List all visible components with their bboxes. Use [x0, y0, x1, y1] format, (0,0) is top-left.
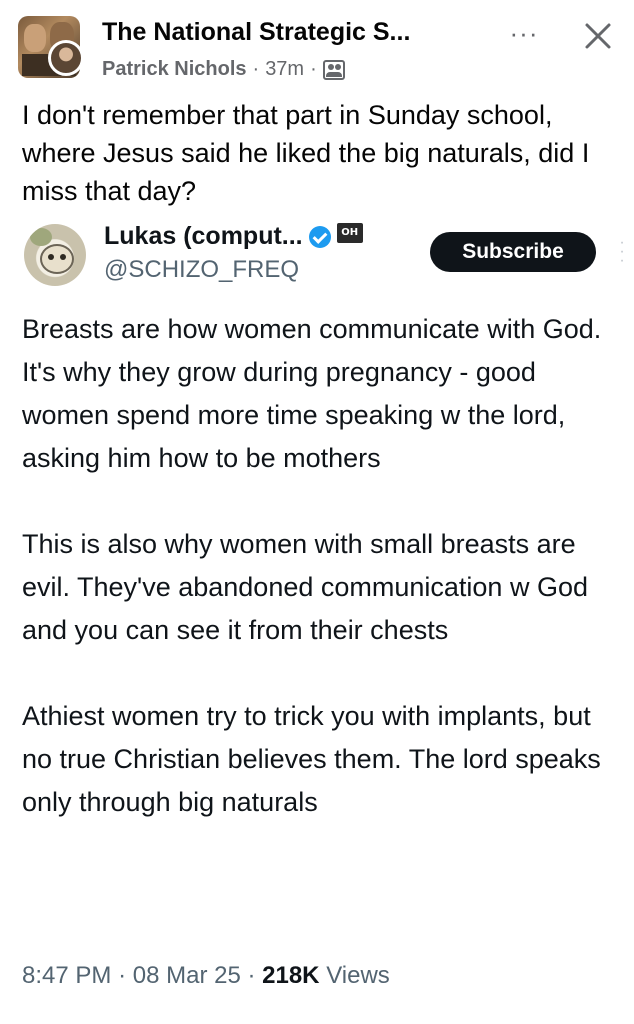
close-button[interactable] — [580, 18, 616, 54]
author-name[interactable]: Patrick Nichols — [102, 58, 247, 81]
author-avatar[interactable] — [48, 40, 84, 76]
meta-separator: · — [247, 962, 263, 989]
post-time[interactable]: 37m — [265, 58, 304, 81]
verified-badge-icon — [308, 225, 331, 248]
tweet-body: Breasts are how women communicate with G… — [22, 308, 626, 867]
post-byline: Patrick Nichols · 37m · — [102, 58, 345, 81]
tweet-paragraph: Breasts are how women communicate with G… — [22, 314, 602, 473]
group-name[interactable]: The National Strategic S... — [102, 18, 410, 47]
tweet-date[interactable]: 08 Mar 25 — [133, 962, 241, 989]
group-audience-icon — [322, 59, 345, 80]
more-options-button[interactable]: ··· — [506, 18, 542, 48]
post-caption: I don't remember that part in Sunday sch… — [22, 100, 590, 206]
tweet-display-name[interactable]: Lukas (comput... — [104, 222, 303, 251]
tweet-more-icon[interactable]: · · · — [618, 235, 626, 269]
tweet-author-avatar[interactable] — [24, 224, 86, 286]
tweet-handle[interactable]: @SCHIZO_FREQ — [104, 256, 299, 284]
tweet-author-name-row[interactable]: Lukas (comput... OH — [104, 222, 363, 251]
tweet-meta: 8:47 PM · 08 Mar 25 · 218K Views — [22, 962, 390, 990]
tweet-paragraph: Athiest women try to trick you with impl… — [22, 701, 601, 817]
affiliate-badge: OH — [336, 222, 363, 243]
byline-separator: · — [252, 58, 260, 80]
meta-separator: · — [118, 962, 133, 989]
tweet-time[interactable]: 8:47 PM — [22, 962, 111, 989]
tweet-views-count: 218K — [262, 962, 320, 989]
close-icon — [585, 23, 611, 49]
subscribe-button[interactable]: Subscribe — [430, 232, 596, 272]
tweet-views-label: Views — [326, 962, 390, 989]
byline-separator: · — [310, 58, 317, 80]
tweet-paragraph: This is also why women with small breast… — [22, 529, 588, 645]
post-header: The National Strategic S... Patrick Nich… — [0, 0, 634, 90]
